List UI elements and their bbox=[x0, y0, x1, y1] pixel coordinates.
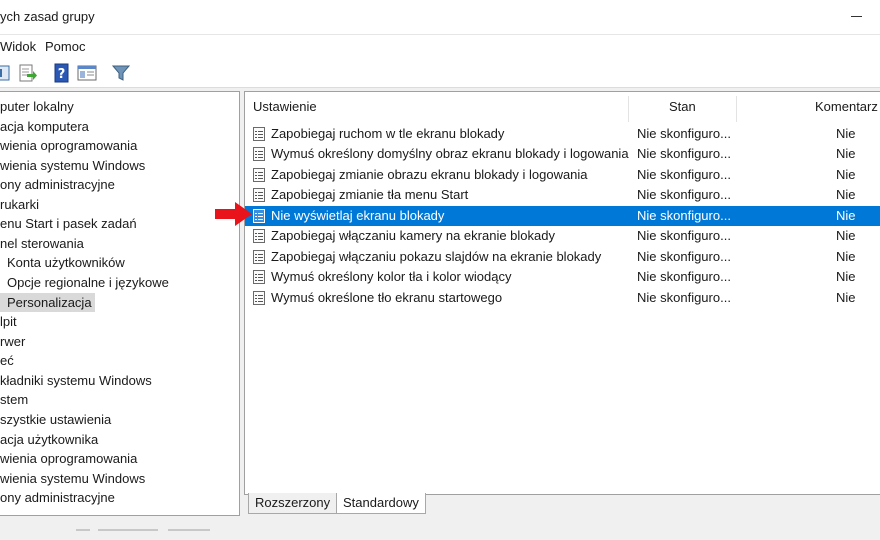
setting-comment: Nie bbox=[836, 249, 856, 264]
tree-item[interactable]: enu Start i pasek zadań bbox=[0, 214, 137, 233]
list-row[interactable]: Wymuś określony kolor tła i kolor wiodąc… bbox=[245, 267, 880, 287]
tree-item[interactable]: rwer bbox=[0, 332, 25, 351]
help-icon[interactable]: ? bbox=[52, 63, 72, 83]
list-header: Ustawienie Stan Komentarz bbox=[245, 92, 880, 122]
title-bar: ych zasad grupy bbox=[0, 0, 880, 35]
svg-text:?: ? bbox=[58, 67, 66, 82]
setting-name: Nie wyświetlaj ekranu blokady bbox=[271, 208, 445, 223]
list-row[interactable]: Zapobiegaj włączaniu pokazu slajdów na e… bbox=[245, 247, 880, 267]
minimize-icon[interactable] bbox=[851, 10, 862, 22]
workspace: puter lokalny acja komputera wienia opro… bbox=[0, 88, 880, 540]
setting-name: Zapobiegaj zmianie tła menu Start bbox=[271, 187, 469, 202]
setting-comment: Nie bbox=[836, 290, 856, 305]
setting-name: Zapobiegaj ruchom w tle ekranu blokady bbox=[271, 126, 505, 141]
tree-item[interactable]: szystkie ustawienia bbox=[0, 410, 111, 429]
policy-setting-icon bbox=[253, 229, 265, 243]
tree-item[interactable]: wienia systemu Windows bbox=[0, 156, 145, 175]
setting-comment: Nie bbox=[836, 146, 856, 161]
tree-item[interactable]: wienia systemu Windows bbox=[0, 469, 145, 488]
tree-item[interactable]: ony administracyjne bbox=[0, 488, 115, 507]
status-divider bbox=[98, 529, 158, 531]
tree-item-user-accounts[interactable]: Konta użytkowników bbox=[0, 253, 125, 272]
tree-item-personalization[interactable]: Personalizacja bbox=[0, 293, 95, 312]
window-title: ych zasad grupy bbox=[0, 9, 95, 24]
policy-setting-icon bbox=[253, 127, 265, 141]
setting-comment: Nie bbox=[836, 187, 856, 202]
tree-item[interactable]: acja komputera bbox=[0, 117, 89, 136]
policy-setting-icon bbox=[253, 291, 265, 305]
setting-name: Zapobiegaj włączaniu pokazu slajdów na e… bbox=[271, 249, 602, 264]
column-header-setting[interactable]: Ustawienie bbox=[253, 92, 317, 122]
setting-name: Zapobiegaj włączaniu kamery na ekranie b… bbox=[271, 228, 555, 243]
list-row[interactable]: Zapobiegaj włączaniu kamery na ekranie b… bbox=[245, 226, 880, 246]
list-row[interactable]: Wymuś określony domyślny obraz ekranu bl… bbox=[245, 144, 880, 164]
status-divider bbox=[168, 529, 210, 531]
tab-extended[interactable]: Rozszerzony bbox=[248, 493, 338, 514]
tab-standard[interactable]: Standardowy bbox=[336, 493, 426, 514]
policy-tree[interactable]: puter lokalny acja komputera wienia opro… bbox=[0, 91, 240, 516]
setting-name: Wymuś określony kolor tła i kolor wiodąc… bbox=[271, 269, 512, 284]
setting-comment: Nie bbox=[836, 167, 856, 182]
column-divider[interactable] bbox=[628, 96, 629, 122]
filter-icon[interactable] bbox=[111, 63, 131, 83]
list-row[interactable]: Wymuś określone tło ekranu startowego Ni… bbox=[245, 288, 880, 308]
setting-state: Nie skonfiguro... bbox=[637, 208, 731, 223]
setting-name: Wymuś określone tło ekranu startowego bbox=[271, 290, 503, 305]
policy-setting-icon bbox=[253, 270, 265, 284]
tree-item[interactable]: stem bbox=[0, 390, 28, 409]
status-divider bbox=[76, 529, 90, 531]
policy-setting-icon bbox=[253, 250, 265, 264]
list-row[interactable]: Zapobiegaj zmianie obrazu ekranu blokady… bbox=[245, 165, 880, 185]
view-tabs: Rozszerzony Standardowy bbox=[244, 493, 880, 515]
setting-comment: Nie bbox=[836, 208, 856, 223]
menu-bar: Widok Pomoc bbox=[0, 35, 880, 59]
policy-setting-icon bbox=[253, 168, 265, 182]
export-list-icon[interactable] bbox=[18, 63, 38, 83]
setting-state: Nie skonfiguro... bbox=[637, 269, 731, 284]
tree-item-regional-options[interactable]: Opcje regionalne i językowe bbox=[0, 273, 169, 292]
menu-view[interactable]: Widok bbox=[0, 39, 36, 54]
list-row-selected[interactable]: Nie wyświetlaj ekranu blokady Nie skonfi… bbox=[245, 206, 880, 226]
menu-help[interactable]: Pomoc bbox=[45, 39, 85, 54]
setting-comment: Nie bbox=[836, 228, 856, 243]
column-header-comment[interactable]: Komentarz bbox=[815, 92, 878, 122]
setting-state: Nie skonfiguro... bbox=[637, 126, 731, 141]
column-header-state[interactable]: Stan bbox=[669, 92, 696, 122]
setting-state: Nie skonfiguro... bbox=[637, 290, 731, 305]
toolbar: ? bbox=[0, 59, 880, 88]
properties-icon[interactable] bbox=[77, 63, 97, 83]
setting-state: Nie skonfiguro... bbox=[637, 228, 731, 243]
setting-comment: Nie bbox=[836, 126, 856, 141]
settings-list[interactable]: Ustawienie Stan Komentarz Zapobiegaj ruc… bbox=[244, 91, 880, 495]
view-icon[interactable] bbox=[0, 63, 12, 83]
tree-item[interactable]: nel sterowania bbox=[0, 234, 84, 253]
status-bar bbox=[0, 521, 880, 540]
setting-state: Nie skonfiguro... bbox=[637, 187, 731, 202]
tree-item[interactable]: acja użytkownika bbox=[0, 430, 98, 449]
tree-item[interactable]: kładniki systemu Windows bbox=[0, 371, 152, 390]
tree-item[interactable]: wienia oprogramowania bbox=[0, 136, 137, 155]
setting-name: Zapobiegaj zmianie obrazu ekranu blokady… bbox=[271, 167, 588, 182]
setting-state: Nie skonfiguro... bbox=[637, 249, 731, 264]
setting-state: Nie skonfiguro... bbox=[637, 167, 731, 182]
setting-name: Wymuś określony domyślny obraz ekranu bl… bbox=[271, 146, 629, 161]
tree-item[interactable]: rukarki bbox=[0, 195, 39, 214]
list-row[interactable]: Zapobiegaj ruchom w tle ekranu blokady N… bbox=[245, 124, 880, 144]
tree-item[interactable]: ony administracyjne bbox=[0, 175, 115, 194]
policy-setting-icon bbox=[253, 188, 265, 202]
tree-item[interactable]: eć bbox=[0, 351, 14, 370]
column-divider[interactable] bbox=[736, 96, 737, 122]
list-row[interactable]: Zapobiegaj zmianie tła menu Start Nie sk… bbox=[245, 185, 880, 205]
policy-setting-icon bbox=[253, 209, 265, 223]
policy-setting-icon bbox=[253, 147, 265, 161]
setting-state: Nie skonfiguro... bbox=[637, 146, 731, 161]
tree-item[interactable]: wienia oprogramowania bbox=[0, 449, 137, 468]
tree-item[interactable]: lpit bbox=[0, 312, 17, 331]
setting-comment: Nie bbox=[836, 269, 856, 284]
tree-item[interactable]: puter lokalny bbox=[0, 97, 74, 116]
annotation-arrow-icon bbox=[215, 202, 252, 226]
